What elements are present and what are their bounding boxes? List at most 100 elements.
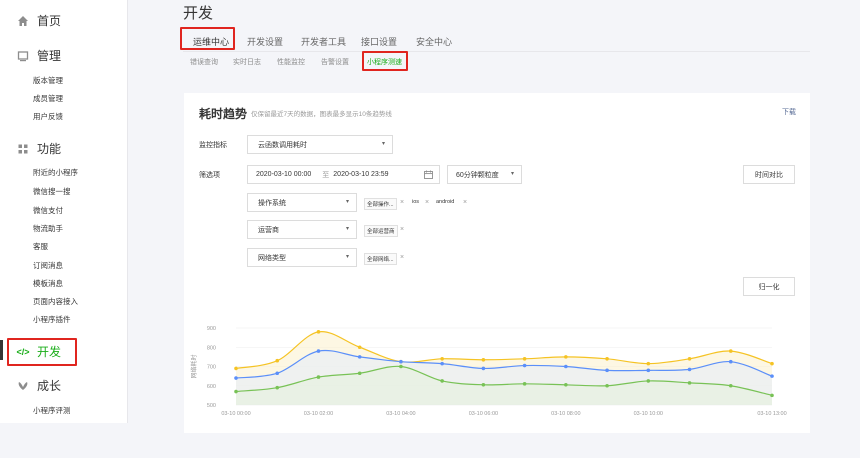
tag-android: android	[436, 199, 455, 205]
subtab-performance[interactable]: 性能监控	[277, 57, 305, 67]
grid-icon	[16, 142, 30, 156]
data-point	[440, 357, 444, 361]
sidebar-item-members[interactable]: 成员管理	[33, 93, 63, 104]
data-point	[440, 379, 444, 383]
x-tick-label: 03-10 06:00	[469, 411, 498, 417]
data-point	[564, 355, 568, 359]
nav-growth[interactable]: 成长	[0, 377, 127, 394]
subtab-error[interactable]: 错误查询	[190, 57, 218, 67]
sidebar-item-content[interactable]: 页面内容接入	[33, 296, 78, 307]
sidebar-item-logistics[interactable]: 物流助手	[33, 223, 63, 234]
data-point	[687, 357, 692, 361]
data-point	[605, 383, 609, 388]
date-end: 2020-03-10 23:59	[333, 171, 389, 178]
data-point	[522, 363, 527, 368]
page-title: 开发	[183, 5, 214, 22]
sidebar-item-subscribe[interactable]: 订阅消息	[33, 260, 63, 271]
highlight-speed-tab	[362, 51, 408, 71]
close-icon[interactable]: ×	[400, 199, 404, 206]
data-point	[728, 349, 733, 353]
tab-dev-tools[interactable]: 开发者工具	[301, 35, 346, 48]
data-point	[770, 361, 774, 366]
x-tick-label: 03-10 13:00	[757, 411, 786, 417]
tag-all-os: 全部操作...	[364, 198, 397, 210]
sidebar-item-search[interactable]: 微信搜一搜	[33, 186, 71, 197]
tab-dev-settings[interactable]: 开发设置	[247, 35, 283, 48]
time-compare-button[interactable]: 时间对比	[743, 165, 795, 184]
sidebar-item-nearby[interactable]: 附近的小程序	[33, 167, 78, 178]
x-tick-label: 03-10 02:00	[304, 411, 333, 417]
tab-divider	[183, 51, 810, 52]
sidebar-item-template[interactable]: 模板消息	[33, 278, 63, 289]
filter-network-label: 网络类型	[258, 254, 286, 262]
nav-manage[interactable]: 管理	[0, 47, 127, 64]
data-point	[770, 393, 774, 398]
data-point	[605, 357, 609, 361]
filter-label: 筛选项	[199, 172, 220, 179]
metric-select[interactable]: 云函数调用耗时 ▾	[247, 135, 393, 154]
date-start: 2020-03-10 00:00	[256, 171, 312, 178]
nav-home[interactable]: 首页	[0, 12, 127, 29]
leaf-icon	[16, 379, 30, 393]
tag-all-carrier: 全部运营商	[364, 225, 398, 237]
close-icon[interactable]: ×	[425, 199, 429, 206]
filter-network-select[interactable]: 网络类型 ▾	[247, 248, 357, 267]
home-icon	[16, 14, 30, 28]
data-point	[770, 374, 774, 378]
data-point	[564, 364, 568, 369]
tag-all-network: 全部网络...	[364, 253, 397, 265]
data-point	[687, 367, 692, 372]
chevron-down-icon: ▾	[510, 171, 514, 177]
data-point	[481, 357, 486, 362]
filter-carrier-select[interactable]: 运营商 ▾	[247, 220, 357, 239]
data-point	[316, 330, 321, 334]
data-point	[440, 361, 444, 366]
data-point	[522, 357, 527, 361]
close-icon[interactable]: ×	[400, 254, 404, 261]
highlight-develop	[7, 338, 77, 366]
data-point	[357, 355, 362, 359]
nav-features[interactable]: 功能	[0, 140, 127, 157]
y-tick-label: 800	[207, 345, 216, 351]
y-tick-label: 700	[207, 365, 216, 371]
date-range-picker[interactable]: 2020-03-10 00:00 至 2020-03-10 23:59	[247, 165, 440, 184]
metric-label: 监控指标	[199, 142, 227, 149]
sidebar-item-feedback[interactable]: 用户反馈	[33, 111, 63, 122]
chevron-down-icon: ▾	[345, 199, 349, 205]
download-link[interactable]: 下载	[782, 107, 796, 117]
data-point	[646, 361, 651, 366]
y-tick-label: 600	[207, 384, 216, 390]
sidebar-item-service[interactable]: 客服	[33, 241, 48, 252]
granularity-select[interactable]: 60分钟颗粒度 ▾	[447, 165, 522, 184]
y-axis-label: 网络耗时	[190, 354, 198, 378]
highlight-ops-tab	[180, 27, 235, 50]
close-icon[interactable]: ×	[463, 199, 467, 206]
y-tick-label: 500	[207, 403, 216, 409]
x-tick-label: 03-10 08:00	[551, 411, 580, 417]
tab-security[interactable]: 安全中心	[416, 35, 452, 48]
x-tick-label: 03-10 00:00	[221, 411, 250, 417]
filter-os-select[interactable]: 操作系统 ▾	[247, 193, 357, 212]
subtab-realtime-log[interactable]: 实时日志	[233, 57, 261, 67]
sidebar: 首页 管理 版本管理 成员管理 用户反馈 功能 附近的小程序 微信搜一搜 微信支…	[0, 0, 128, 423]
nav-home-label: 首页	[37, 14, 62, 28]
card-title: 耗时趋势	[199, 107, 248, 121]
data-point	[728, 383, 733, 388]
sidebar-item-pay[interactable]: 微信支付	[33, 205, 63, 216]
data-point	[357, 371, 362, 376]
data-point	[687, 381, 692, 385]
normalize-button[interactable]: 归一化	[743, 277, 795, 296]
data-point	[481, 366, 486, 371]
trend-card: 耗时趋势 仅保留最近7天的数据，图表最多显示10条趋势线 下载 监控指标 云函数…	[184, 93, 810, 433]
tab-api-settings[interactable]: 接口设置	[361, 35, 397, 48]
subtab-alert[interactable]: 告警设置	[321, 57, 349, 67]
close-icon[interactable]: ×	[400, 226, 404, 233]
sidebar-item-version[interactable]: 版本管理	[33, 75, 63, 86]
data-point	[481, 382, 486, 387]
sidebar-item-evaluation[interactable]: 小程序评测	[33, 405, 71, 416]
sidebar-item-plugin[interactable]: 小程序插件	[33, 314, 71, 325]
chevron-down-icon: ▾	[345, 254, 349, 260]
card-subtitle: 仅保留最近7天的数据，图表最多显示10条趋势线	[251, 111, 392, 118]
data-point	[316, 349, 321, 353]
data-point	[646, 379, 651, 383]
